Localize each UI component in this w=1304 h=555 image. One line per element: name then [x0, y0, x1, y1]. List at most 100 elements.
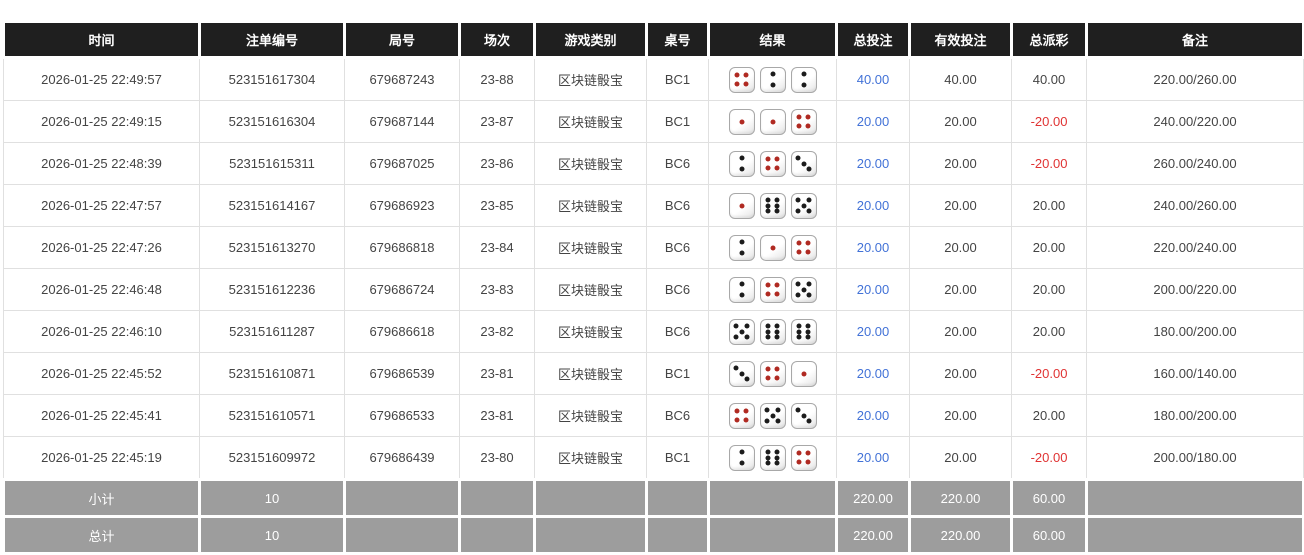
- valid-bet-cell: 40.00: [909, 57, 1012, 101]
- table-row: 2026-01-25 22:45:41 523151610571 6796865…: [3, 394, 1304, 437]
- round-id-cell: 679686724: [344, 268, 460, 311]
- table-row: 2026-01-25 22:46:10 523151611287 6796866…: [3, 310, 1304, 353]
- table-row: 2026-01-25 22:49:57 523151617304 6796872…: [3, 57, 1304, 101]
- die-icon: [790, 108, 817, 135]
- game-type-cell: 区块链骰宝: [534, 352, 647, 395]
- round-id-cell: 679687243: [344, 57, 460, 101]
- game-type-cell: 区块链骰宝: [534, 394, 647, 437]
- bet-id-cell: 523151614167: [199, 184, 345, 227]
- remark-cell: 160.00/140.00: [1086, 352, 1304, 395]
- session-cell: 23-88: [459, 57, 535, 101]
- bet-id-cell: 523151610871: [199, 352, 345, 395]
- total-row: 总计 10 220.00 220.00 60.00: [2, 515, 1304, 555]
- total-valid-bet: 220.00: [908, 515, 1013, 555]
- time-cell: 2026-01-25 22:47:26: [3, 226, 200, 269]
- dice-result: [713, 150, 832, 177]
- total-bet-link[interactable]: 40.00: [857, 72, 890, 87]
- bet-id-cell: 523151617304: [199, 57, 345, 101]
- payout-cell: 20.00: [1011, 310, 1087, 353]
- valid-bet-cell: 20.00: [909, 142, 1012, 185]
- col-time: 时间: [2, 20, 201, 59]
- remark-cell: 200.00/220.00: [1086, 268, 1304, 311]
- col-payout: 总派彩: [1010, 20, 1088, 59]
- subtotal-count: 10: [198, 478, 346, 518]
- total-bet-link[interactable]: 20.00: [857, 156, 890, 171]
- total-bet-link[interactable]: 20.00: [857, 450, 890, 465]
- table-no-cell: BC6: [646, 268, 709, 311]
- total-payout: 60.00: [1010, 515, 1088, 555]
- game-type-cell: 区块链骰宝: [534, 57, 647, 101]
- valid-bet-cell: 20.00: [909, 226, 1012, 269]
- bet-id-cell: 523151616304: [199, 100, 345, 143]
- table-row: 2026-01-25 22:47:57 523151614167 6796869…: [3, 184, 1304, 227]
- die-icon: [728, 402, 755, 429]
- total-bet-cell: 20.00: [836, 268, 910, 311]
- total-bet-cell: 20.00: [836, 394, 910, 437]
- total-bet-link[interactable]: 20.00: [857, 408, 890, 423]
- die-icon: [759, 66, 786, 93]
- dice-result: [713, 360, 832, 387]
- total-bet-cell: 20.00: [836, 184, 910, 227]
- valid-bet-cell: 20.00: [909, 184, 1012, 227]
- bet-id-cell: 523151611287: [199, 310, 345, 353]
- col-valid-bet: 有效投注: [908, 20, 1013, 59]
- total-bet-link[interactable]: 20.00: [857, 114, 890, 129]
- col-bet-id: 注单编号: [198, 20, 346, 59]
- round-id-cell: 679686539: [344, 352, 460, 395]
- table-no-cell: BC1: [646, 100, 709, 143]
- die-icon: [790, 318, 817, 345]
- total-bet-cell: 20.00: [836, 226, 910, 269]
- total-bet-link[interactable]: 20.00: [857, 198, 890, 213]
- die-icon: [728, 234, 755, 261]
- dice-result: [713, 444, 832, 471]
- total-bet-link[interactable]: 20.00: [857, 324, 890, 339]
- session-cell: 23-87: [459, 100, 535, 143]
- table-no-cell: BC6: [646, 184, 709, 227]
- table-footer: 小计 10 220.00 220.00 60.00 总计 10 220.00 2…: [2, 478, 1304, 555]
- die-icon: [728, 192, 755, 219]
- table-row: 2026-01-25 22:46:48 523151612236 6796867…: [3, 268, 1304, 311]
- round-id-cell: 679686439: [344, 436, 460, 480]
- game-type-cell: 区块链骰宝: [534, 184, 647, 227]
- session-cell: 23-82: [459, 310, 535, 353]
- table-no-cell: BC1: [646, 352, 709, 395]
- result-cell: [708, 310, 837, 353]
- die-icon: [790, 360, 817, 387]
- time-cell: 2026-01-25 22:47:57: [3, 184, 200, 227]
- total-bet-link[interactable]: 20.00: [857, 366, 890, 381]
- result-cell: [708, 184, 837, 227]
- table-row: 2026-01-25 22:48:39 523151615311 6796870…: [3, 142, 1304, 185]
- result-cell: [708, 100, 837, 143]
- dice-result: [713, 234, 832, 261]
- die-icon: [728, 108, 755, 135]
- valid-bet-cell: 20.00: [909, 310, 1012, 353]
- session-cell: 23-83: [459, 268, 535, 311]
- total-bet-link[interactable]: 20.00: [857, 282, 890, 297]
- total-bet-cell: 20.00: [836, 100, 910, 143]
- result-cell: [708, 352, 837, 395]
- bet-records-table: 时间 注单编号 局号 场次 游戏类别 桌号 结果 总投注 有效投注 总派彩 备注…: [2, 20, 1304, 555]
- table-row: 2026-01-25 22:45:52 523151610871 6796865…: [3, 352, 1304, 395]
- time-cell: 2026-01-25 22:49:57: [3, 57, 200, 101]
- result-cell: [708, 142, 837, 185]
- col-game-type: 游戏类别: [533, 20, 648, 59]
- payout-cell: 40.00: [1011, 57, 1087, 101]
- die-icon: [728, 360, 755, 387]
- die-icon: [759, 276, 786, 303]
- dice-result: [713, 276, 832, 303]
- subtotal-label: 小计: [2, 478, 201, 518]
- session-cell: 23-86: [459, 142, 535, 185]
- remark-cell: 200.00/180.00: [1086, 436, 1304, 480]
- dice-result: [713, 66, 832, 93]
- payout-cell: -20.00: [1011, 436, 1087, 480]
- total-bet-link[interactable]: 20.00: [857, 240, 890, 255]
- round-id-cell: 679687144: [344, 100, 460, 143]
- die-icon: [759, 318, 786, 345]
- dice-result: [713, 108, 832, 135]
- remark-cell: 180.00/200.00: [1086, 310, 1304, 353]
- dice-result: [713, 318, 832, 345]
- col-total-bet: 总投注: [835, 20, 911, 59]
- total-bet-cell: 20.00: [836, 310, 910, 353]
- result-cell: [708, 394, 837, 437]
- col-remark: 备注: [1085, 20, 1304, 59]
